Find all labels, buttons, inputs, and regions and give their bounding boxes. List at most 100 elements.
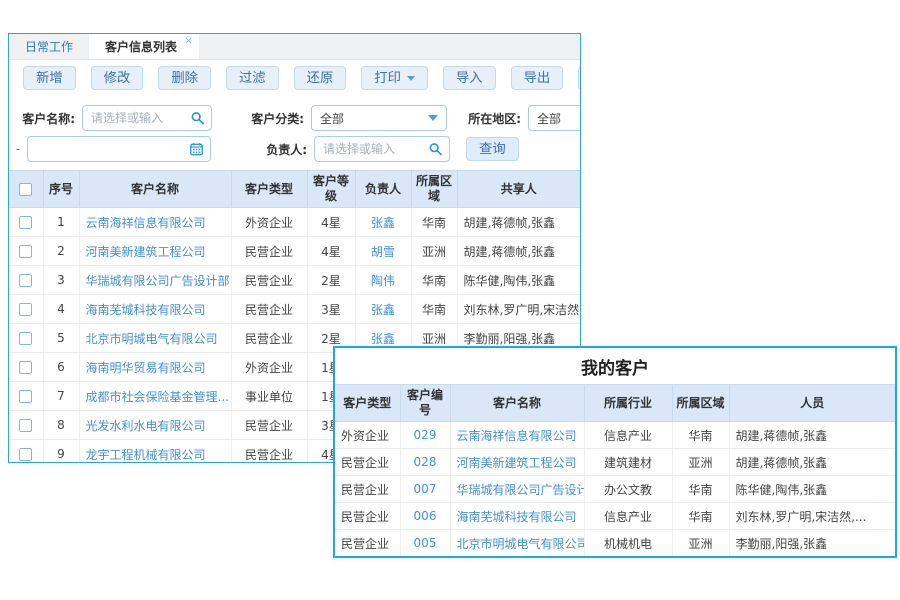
customer-code-link[interactable]: 029 (414, 428, 437, 442)
row-no: 4 (43, 295, 79, 324)
customer-name-link[interactable]: 河南美新建筑工程公司 (457, 456, 577, 470)
customer-name-link[interactable]: 海南芜城科技有限公司 (86, 303, 206, 317)
row-no: 9 (43, 440, 79, 464)
region: 华南 (411, 208, 457, 237)
close-icon[interactable]: × (184, 35, 193, 46)
customer-name-link[interactable]: 华瑞城有限公司广告设计部 (86, 274, 230, 288)
region-select[interactable]: 全部 (528, 105, 581, 131)
import-button[interactable]: 导入 (443, 66, 496, 90)
tab-daily-work[interactable]: 日常工作 (9, 34, 89, 59)
row-checkbox[interactable] (19, 419, 32, 432)
table-row[interactable]: 2河南美新建筑工程公司民营企业4星胡雪亚洲胡建,蒋德帧,张鑫 (9, 237, 580, 266)
search-button[interactable]: 查询 (466, 137, 519, 161)
table-row[interactable]: 民营企业006海南芜城科技有限公司信息产业华南刘东林,罗广明,宋洁然,... (335, 503, 895, 530)
edit-button[interactable]: 修改 (91, 66, 144, 90)
row-checkbox[interactable] (19, 448, 32, 461)
category-select[interactable]: 全部 (311, 105, 447, 131)
table-row[interactable]: 4海南芜城科技有限公司民营企业3星张鑫华南刘东林,罗广明,宋洁然,张鑫 (9, 295, 580, 324)
checkbox-cell (9, 411, 43, 440)
table-row[interactable]: 外资企业029云南海祥信息有限公司信息产业华南胡建,蒋德帧,张鑫 (335, 422, 895, 449)
search-icon[interactable] (191, 112, 204, 125)
row-no: 2 (43, 237, 79, 266)
row-checkbox[interactable] (19, 390, 32, 403)
owner: 张鑫 (355, 295, 411, 324)
header-customer-name: 客户名称 (450, 385, 584, 422)
export-button[interactable]: 导出 (511, 66, 564, 90)
table-row[interactable]: 3华瑞城有限公司广告设计部民营企业2星陶伟华南陈华健,陶伟,张鑫 (9, 266, 580, 295)
region: 华南 (672, 476, 729, 503)
region-value: 全部 (529, 110, 581, 127)
tab-bar: 日常工作 客户信息列表 × (9, 34, 580, 60)
view-log-button[interactable]: 查看日志 (578, 66, 581, 90)
chevron-down-icon (428, 115, 438, 121)
customer-name-link[interactable]: 成都市社会保险基金管理... (86, 390, 229, 404)
customer-name-link[interactable]: 华瑞城有限公司广告设计部 (457, 483, 585, 497)
row-checkbox[interactable] (19, 216, 32, 229)
region: 华南 (411, 295, 457, 324)
table-row[interactable]: 1云南海祥信息有限公司外资企业4星张鑫华南胡建,蒋德帧,张鑫 (9, 208, 580, 237)
row-checkbox[interactable] (19, 245, 32, 258)
restore-button[interactable]: 还原 (294, 66, 347, 90)
customer-name-link[interactable]: 北京市明城电气有限公司 (86, 332, 218, 346)
tab-customer-list[interactable]: 客户信息列表 × (89, 34, 199, 59)
row-no: 3 (43, 266, 79, 295)
region: 华南 (672, 422, 729, 449)
customer-name-link[interactable]: 海南明华贸易有限公司 (86, 361, 206, 375)
table-row[interactable]: 民营企业028河南美新建筑工程公司建筑建材亚洲胡建,蒋德帧,张鑫 (335, 449, 895, 476)
customer-code-link[interactable]: 005 (414, 536, 437, 550)
customer-name: 河南美新建筑工程公司 (79, 237, 231, 266)
customer-name: 华瑞城有限公司广告设计部 (450, 476, 584, 503)
customer-name-link[interactable]: 云南海祥信息有限公司 (457, 429, 577, 443)
filter-button[interactable]: 过滤 (226, 66, 279, 90)
customer-name-link[interactable]: 海南芜城科技有限公司 (457, 510, 577, 524)
industry: 办公文教 (584, 476, 672, 503)
filter-row-1: 客户名称: 客户分类: 全部 所在地区: 全部 (9, 105, 580, 131)
customer-code-link[interactable]: 028 (414, 455, 437, 469)
delete-button[interactable]: 删除 (158, 66, 211, 90)
date-input[interactable] (28, 137, 210, 161)
owner-link[interactable]: 张鑫 (371, 332, 395, 346)
print-button[interactable]: 打印 (361, 66, 428, 90)
customer-code: 007 (400, 476, 450, 503)
filter-area: 客户名称: 客户分类: 全部 所在地区: 全部 - (9, 96, 580, 170)
customer-name-link[interactable]: 龙宇工程机械有限公司 (86, 448, 206, 462)
customer-type: 民营企业 (335, 449, 400, 476)
customer-name-link[interactable]: 光发水利水电有限公司 (86, 419, 206, 433)
customer-name: 光发水利水电有限公司 (79, 411, 231, 440)
customer-level: 4星 (307, 237, 355, 266)
header-customer-type: 客户类型 (335, 385, 400, 422)
owner-link[interactable]: 陶伟 (371, 274, 395, 288)
customer-type: 外资企业 (231, 208, 307, 237)
customer-type: 外资企业 (335, 422, 400, 449)
search-icon[interactable] (429, 143, 442, 156)
row-checkbox[interactable] (19, 361, 32, 374)
owner-label: 负责人: (241, 141, 307, 158)
table-row[interactable]: 民营企业005北京市明城电气有限公司机械机电亚洲李勤丽,阳强,张鑫 (335, 530, 895, 557)
customer-name-link[interactable]: 北京市明城电气有限公司 (457, 537, 585, 551)
customer-type: 民营企业 (231, 411, 307, 440)
row-checkbox[interactable] (19, 303, 32, 316)
customer-name-link[interactable]: 河南美新建筑工程公司 (86, 245, 206, 259)
header-no: 序号 (43, 171, 79, 208)
checkbox-cell (9, 208, 43, 237)
owner-link[interactable]: 胡雪 (371, 245, 395, 259)
customer-code-link[interactable]: 007 (414, 482, 437, 496)
customer-name: 河南美新建筑工程公司 (450, 449, 584, 476)
calendar-icon[interactable] (190, 143, 203, 156)
customer-type: 民营企业 (231, 295, 307, 324)
owner: 张鑫 (355, 208, 411, 237)
owner-link[interactable]: 张鑫 (371, 303, 395, 317)
header-owner: 负责人 (355, 171, 411, 208)
customer-name-link[interactable]: 云南海祥信息有限公司 (86, 216, 206, 230)
table-row[interactable]: 民营企业007华瑞城有限公司广告设计部办公文教华南陈华健,陶伟,张鑫 (335, 476, 895, 503)
customer-name: 云南海祥信息有限公司 (79, 208, 231, 237)
row-checkbox[interactable] (19, 274, 32, 287)
row-checkbox[interactable] (19, 332, 32, 345)
owner-link[interactable]: 张鑫 (371, 216, 395, 230)
add-button[interactable]: 新增 (23, 66, 76, 90)
region-label: 所在地区: (455, 110, 521, 127)
row-no: 5 (43, 324, 79, 353)
customer-code-link[interactable]: 006 (414, 509, 437, 523)
select-all-checkbox[interactable] (19, 183, 32, 196)
my-customers-table: 客户类型 客户编号 客户名称 所属行业 所属区域 人员 外资企业029云南海祥信… (335, 384, 895, 557)
